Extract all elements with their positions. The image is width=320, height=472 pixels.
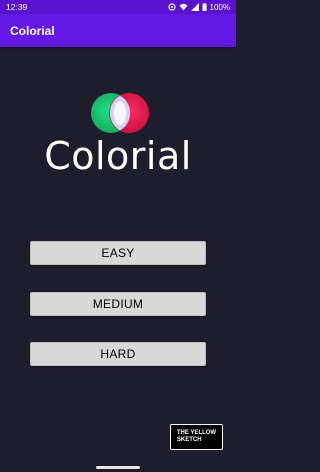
app-title: Colorial [10, 23, 55, 38]
status-icons: 100% [167, 2, 230, 12]
medium-button-label: MEDIUM [92, 297, 144, 311]
yellow-sketch-logo: THE YELLOW SKETCH [170, 424, 223, 450]
hard-button-label: HARD [100, 347, 136, 361]
badge-line2: SKETCH [176, 437, 202, 443]
status-time: 12:39 [6, 2, 28, 12]
battery-percent: 100% [209, 2, 230, 12]
logo-title: Colorial [44, 134, 192, 178]
easy-button-label: EASY [101, 246, 135, 260]
battery-icon [202, 3, 207, 11]
app-bar: Colorial [0, 14, 236, 47]
medium-button[interactable]: MEDIUM [30, 292, 206, 316]
wifi-icon [179, 3, 188, 11]
logo-circles-icon [91, 93, 149, 133]
badge-line1: THE YELLOW [176, 430, 217, 436]
hard-button[interactable]: HARD [30, 342, 206, 366]
navigation-handle[interactable] [96, 466, 140, 469]
settings-icon [167, 3, 176, 11]
signal-icon [190, 3, 199, 11]
status-bar: 12:39 100% [0, 0, 236, 14]
easy-button[interactable]: EASY [30, 241, 206, 265]
